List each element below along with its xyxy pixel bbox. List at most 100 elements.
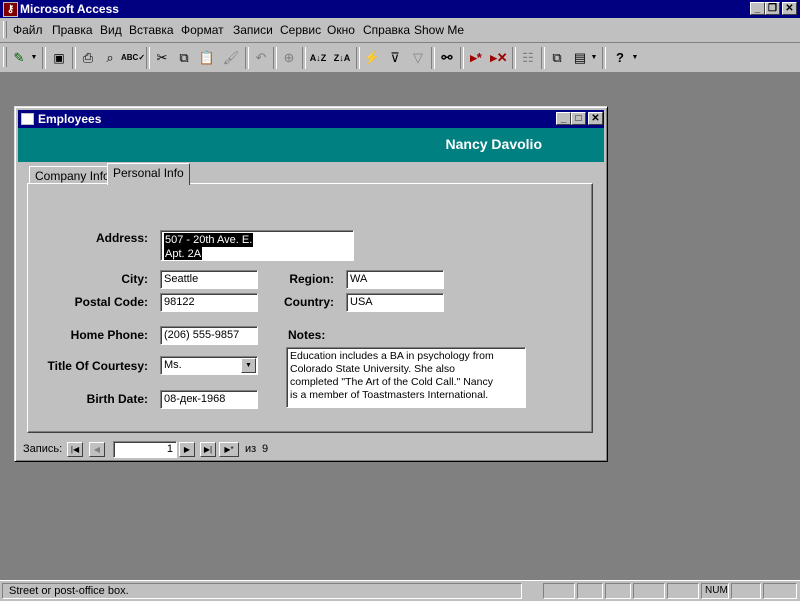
status-pane xyxy=(543,583,575,599)
new-record-nav-button[interactable]: ▶* xyxy=(219,442,239,457)
help-icon[interactable]: ? xyxy=(609,47,631,69)
app-close-button[interactable]: ✕ xyxy=(782,2,797,15)
status-pane xyxy=(577,583,603,599)
last-record-button[interactable]: ▶| xyxy=(200,442,216,457)
properties-icon[interactable]: ☷ xyxy=(517,47,539,69)
apply-filter-icon[interactable]: ▽ xyxy=(407,47,429,69)
form-title: Employees xyxy=(38,112,102,126)
postal-code-field[interactable]: 98122 xyxy=(160,293,258,312)
postal-code-label: Postal Code: xyxy=(74,295,148,309)
form-maximize-button[interactable]: □ xyxy=(571,112,586,125)
previous-record-button[interactable]: ◀ xyxy=(89,442,105,457)
chevron-down-icon[interactable]: ▼ xyxy=(241,358,256,373)
app-title: Microsoft Access xyxy=(20,2,119,16)
title-of-courtesy-value: Ms. xyxy=(164,359,182,371)
city-field[interactable]: Seattle xyxy=(160,270,258,289)
address-field[interactable]: 507 - 20th Ave. E. Apt. 2A xyxy=(160,230,354,261)
database-window-icon[interactable]: ⧉ xyxy=(546,47,568,69)
filter-by-selection-icon[interactable]: ⚡ xyxy=(361,47,383,69)
form-view-toolbar: ✎ ▼ ▣ ⎙ ⌕ ABC✓ ✂ ⧉ 📋 🖌 ↶ ⊕ A↓Z Z↓A ⚡ ⊽ ▽… xyxy=(0,43,800,73)
access-app-icon[interactable]: ⚷ xyxy=(3,2,18,17)
toolbar-grip[interactable] xyxy=(3,47,7,67)
undo-icon[interactable]: ↶ xyxy=(250,47,272,69)
menu-show-me[interactable]: Show Me xyxy=(414,23,464,37)
filter-by-form-icon[interactable]: ⊽ xyxy=(384,47,406,69)
print-preview-icon[interactable]: ⌕ xyxy=(99,47,121,69)
form-minimize-button[interactable]: _ xyxy=(556,112,571,125)
paste-icon[interactable]: 📋 xyxy=(196,47,218,69)
status-pane xyxy=(731,583,761,599)
birth-date-label: Birth Date: xyxy=(86,392,148,406)
help-dropdown-arrow[interactable]: ▼ xyxy=(631,47,639,69)
menu-records[interactable]: Записи xyxy=(233,23,273,37)
tab-personal-info[interactable]: Personal Info xyxy=(107,163,190,185)
personal-info-panel: Address: 507 - 20th Ave. E. Apt. 2A City… xyxy=(27,183,593,433)
title-of-courtesy-combo[interactable]: Ms. ▼ xyxy=(160,356,258,375)
menu-file[interactable]: Файл xyxy=(13,23,43,37)
insert-hyperlink-icon[interactable]: ⊕ xyxy=(278,47,300,69)
city-label: City: xyxy=(121,272,148,286)
view-dropdown-arrow[interactable]: ▼ xyxy=(30,47,38,69)
address-line-1: 507 - 20th Ave. E. xyxy=(164,233,254,247)
spelling-icon[interactable]: ABC✓ xyxy=(121,47,145,69)
record-navigator: Запись: |◀ ◀ 1 ▶ ▶| ▶* из 9 xyxy=(21,441,321,459)
notes-line: Colorado State University. She also xyxy=(290,363,455,375)
save-icon[interactable]: ▣ xyxy=(48,47,70,69)
app-restore-button[interactable]: ❐ xyxy=(765,2,780,15)
format-painter-icon[interactable]: 🖌 xyxy=(220,47,242,69)
record-label: Запись: xyxy=(23,443,63,455)
title-of-courtesy-label: Title Of Courtesy: xyxy=(47,359,148,373)
region-field[interactable]: WA xyxy=(346,270,444,289)
delete-record-icon[interactable]: ▸✕ xyxy=(488,47,510,69)
notes-line: completed "The Art of the Cold Call." Na… xyxy=(290,376,493,388)
num-lock-indicator: NUM xyxy=(701,583,729,599)
menu-edit[interactable]: Правка xyxy=(52,23,93,37)
address-label: Address: xyxy=(95,231,148,245)
status-pane xyxy=(633,583,665,599)
app-minimize-button[interactable]: _ xyxy=(750,2,765,15)
status-message: Street or post-office box. xyxy=(2,583,522,599)
form-icon[interactable] xyxy=(21,113,34,125)
menu-grip[interactable] xyxy=(3,21,7,38)
menu-window[interactable]: Окно xyxy=(327,23,355,37)
record-number-input[interactable]: 1 xyxy=(113,441,177,458)
first-record-button[interactable]: |◀ xyxy=(67,442,83,457)
app-title-bar: ⚷ Microsoft Access _ ❐ ✕ xyxy=(0,0,800,18)
status-pane xyxy=(763,583,797,599)
sort-descending-icon[interactable]: Z↓A xyxy=(331,47,353,69)
menu-format[interactable]: Формат xyxy=(181,23,224,37)
copy-icon[interactable]: ⧉ xyxy=(173,47,195,69)
menu-tools[interactable]: Сервис xyxy=(280,23,321,37)
notes-label: Notes: xyxy=(288,328,326,342)
menu-insert[interactable]: Вставка xyxy=(129,23,174,37)
status-pane xyxy=(605,583,631,599)
region-label: Region: xyxy=(289,272,334,286)
new-object-dropdown-arrow[interactable]: ▼ xyxy=(590,47,598,69)
menu-bar: Файл Правка Вид Вставка Формат Записи Се… xyxy=(0,18,800,43)
home-phone-field[interactable]: (206) 555-9857 xyxy=(160,326,258,345)
notes-line: Education includes a BA in psychology fr… xyxy=(290,350,494,362)
menu-view[interactable]: Вид xyxy=(100,23,122,37)
form-title-bar: Employees _ □ ✕ xyxy=(18,110,604,128)
record-of-label: из xyxy=(245,443,257,455)
find-icon[interactable]: ⚯ xyxy=(436,47,458,69)
new-object-icon[interactable]: ▤ xyxy=(569,47,591,69)
employee-name-header: Nancy Davolio xyxy=(445,136,542,152)
next-record-button[interactable]: ▶ xyxy=(179,442,195,457)
address-line-2: Apt. 2A xyxy=(164,247,203,260)
birth-date-field[interactable]: 08-дек-1968 xyxy=(160,390,258,409)
status-bar: Street or post-office box. NUM xyxy=(0,580,800,601)
country-field[interactable]: USA xyxy=(346,293,444,312)
home-phone-label: Home Phone: xyxy=(70,328,148,342)
notes-field[interactable]: Education includes a BA in psychology fr… xyxy=(286,347,526,408)
form-header-band: Nancy Davolio xyxy=(18,128,604,162)
print-icon[interactable]: ⎙ xyxy=(77,47,99,69)
country-label: Country: xyxy=(284,295,334,309)
sort-ascending-icon[interactable]: A↓Z xyxy=(307,47,329,69)
new-record-icon[interactable]: ▸* xyxy=(465,47,487,69)
menu-help[interactable]: Справка xyxy=(363,23,410,37)
design-view-icon[interactable]: ✎ xyxy=(8,47,30,69)
employees-form-window: Employees _ □ ✕ Nancy Davolio Company In… xyxy=(14,106,608,462)
form-close-button[interactable]: ✕ xyxy=(588,112,603,125)
cut-icon[interactable]: ✂ xyxy=(151,47,173,69)
